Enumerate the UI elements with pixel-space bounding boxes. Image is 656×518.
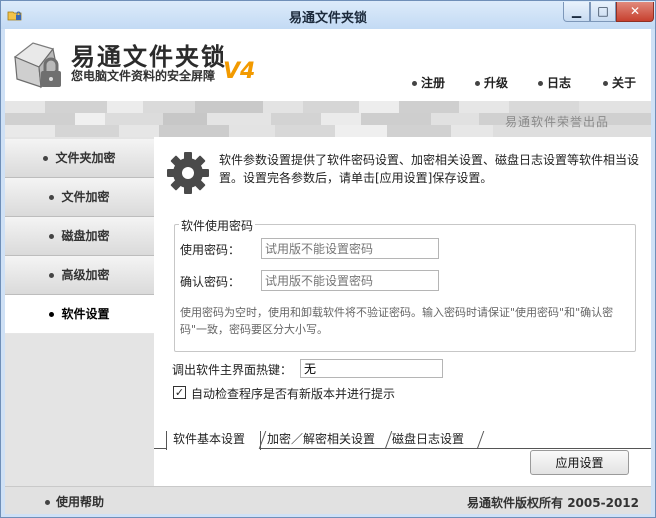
settings-panel: 软件参数设置提供了软件密码设置、加密相关设置、磁盘日志设置等软件相当设置。设置完… xyxy=(154,137,651,486)
app-window: 易通文件夹锁 ▁ □ ✕ 易通文件夹锁 您电脑文件资料的安全屏障 V4 注册 升… xyxy=(0,0,656,518)
password-label: 使用密码： xyxy=(180,243,241,257)
sidebar-item-disk-encrypt[interactable]: 磁盘加密 xyxy=(5,217,154,256)
brand-slogan: 您电脑文件资料的安全屏障 xyxy=(71,69,216,83)
bullet-icon xyxy=(475,81,480,86)
apply-settings-button[interactable]: 应用设置 xyxy=(530,450,629,475)
nav-upgrade-link[interactable]: 升级 xyxy=(475,74,508,91)
status-bar: 使用帮助 易通软件版权所有 2005-2012 xyxy=(5,486,651,514)
confirm-password-input[interactable] xyxy=(261,270,439,291)
title-bar[interactable]: 易通文件夹锁 ▁ □ ✕ xyxy=(1,1,655,29)
auto-check-label[interactable]: 自动检查程序是否有新版本并进行提示 xyxy=(191,385,395,402)
tab-encrypt-settings[interactable]: 加密／解密相关设置 xyxy=(261,431,386,449)
password-group-legend: 软件使用密码 xyxy=(179,217,256,234)
tab-disk-log-settings[interactable]: 磁盘日志设置 xyxy=(386,431,481,449)
password-help-text: 使用密码为空时，使用和卸载软件将不验证密码。输入密码时请保证"使用密码"和"确认… xyxy=(180,306,614,336)
header-banner: 易通文件夹锁 您电脑文件资料的安全屏障 V4 注册 升级 日志 关于 易通软件荣… xyxy=(5,29,651,137)
sidebar-item-settings[interactable]: 软件设置 xyxy=(5,295,154,334)
brand-version: V4 xyxy=(223,59,256,84)
bullet-icon xyxy=(49,273,55,278)
password-group: 软件使用密码 使用密码： 确认密码： 使用密码为空时，使用和卸载软件将不验证密码… xyxy=(174,217,636,352)
maximize-button[interactable]: □ xyxy=(590,2,616,22)
help-link[interactable]: 使用帮助 xyxy=(45,493,104,510)
confirm-password-label: 确认密码： xyxy=(180,275,241,289)
copyright-text: 易通软件版权所有 2005-2012 xyxy=(467,496,639,510)
nav-about-link[interactable]: 关于 xyxy=(603,74,636,91)
company-note: 易通软件荣誉出品 xyxy=(505,115,610,129)
bullet-icon xyxy=(49,234,55,239)
sidebar-item-folder-encrypt[interactable]: 文件夹加密 xyxy=(5,139,154,178)
folder-lock-logo xyxy=(13,42,61,89)
sidebar-item-file-encrypt[interactable]: 文件加密 xyxy=(5,178,154,217)
nav-register-link[interactable]: 注册 xyxy=(412,74,445,91)
bullet-icon xyxy=(603,81,608,86)
bullet-icon xyxy=(412,81,417,86)
password-input[interactable] xyxy=(261,238,439,259)
sidebar-item-advanced-encrypt[interactable]: 高级加密 xyxy=(5,256,154,295)
sidebar: 文件夹加密 文件加密 磁盘加密 高级加密 软件设置 xyxy=(5,137,154,486)
bullet-icon xyxy=(538,81,543,86)
bullet-icon xyxy=(45,500,50,505)
gear-icon xyxy=(167,152,209,194)
bullet-icon xyxy=(49,195,55,200)
minimize-button[interactable]: ▁ xyxy=(563,2,590,22)
nav-log-link[interactable]: 日志 xyxy=(538,74,571,91)
close-button[interactable]: ✕ xyxy=(616,2,654,22)
tab-basic-settings[interactable]: 软件基本设置 xyxy=(166,431,261,450)
window-title: 易通文件夹锁 xyxy=(288,11,367,26)
bullet-icon xyxy=(49,312,55,317)
hotkey-input[interactable] xyxy=(300,359,443,378)
settings-intro-text: 软件参数设置提供了软件密码设置、加密相关设置、磁盘日志设置等软件相当设置。设置完… xyxy=(219,153,640,185)
auto-check-checkbox[interactable]: ✓ xyxy=(173,386,186,399)
settings-tab-strip: 软件基本设置 加密／解密相关设置 磁盘日志设置 xyxy=(154,429,651,450)
bullet-icon xyxy=(43,156,49,161)
hotkey-label: 调出软件主界面热键： xyxy=(172,363,293,377)
